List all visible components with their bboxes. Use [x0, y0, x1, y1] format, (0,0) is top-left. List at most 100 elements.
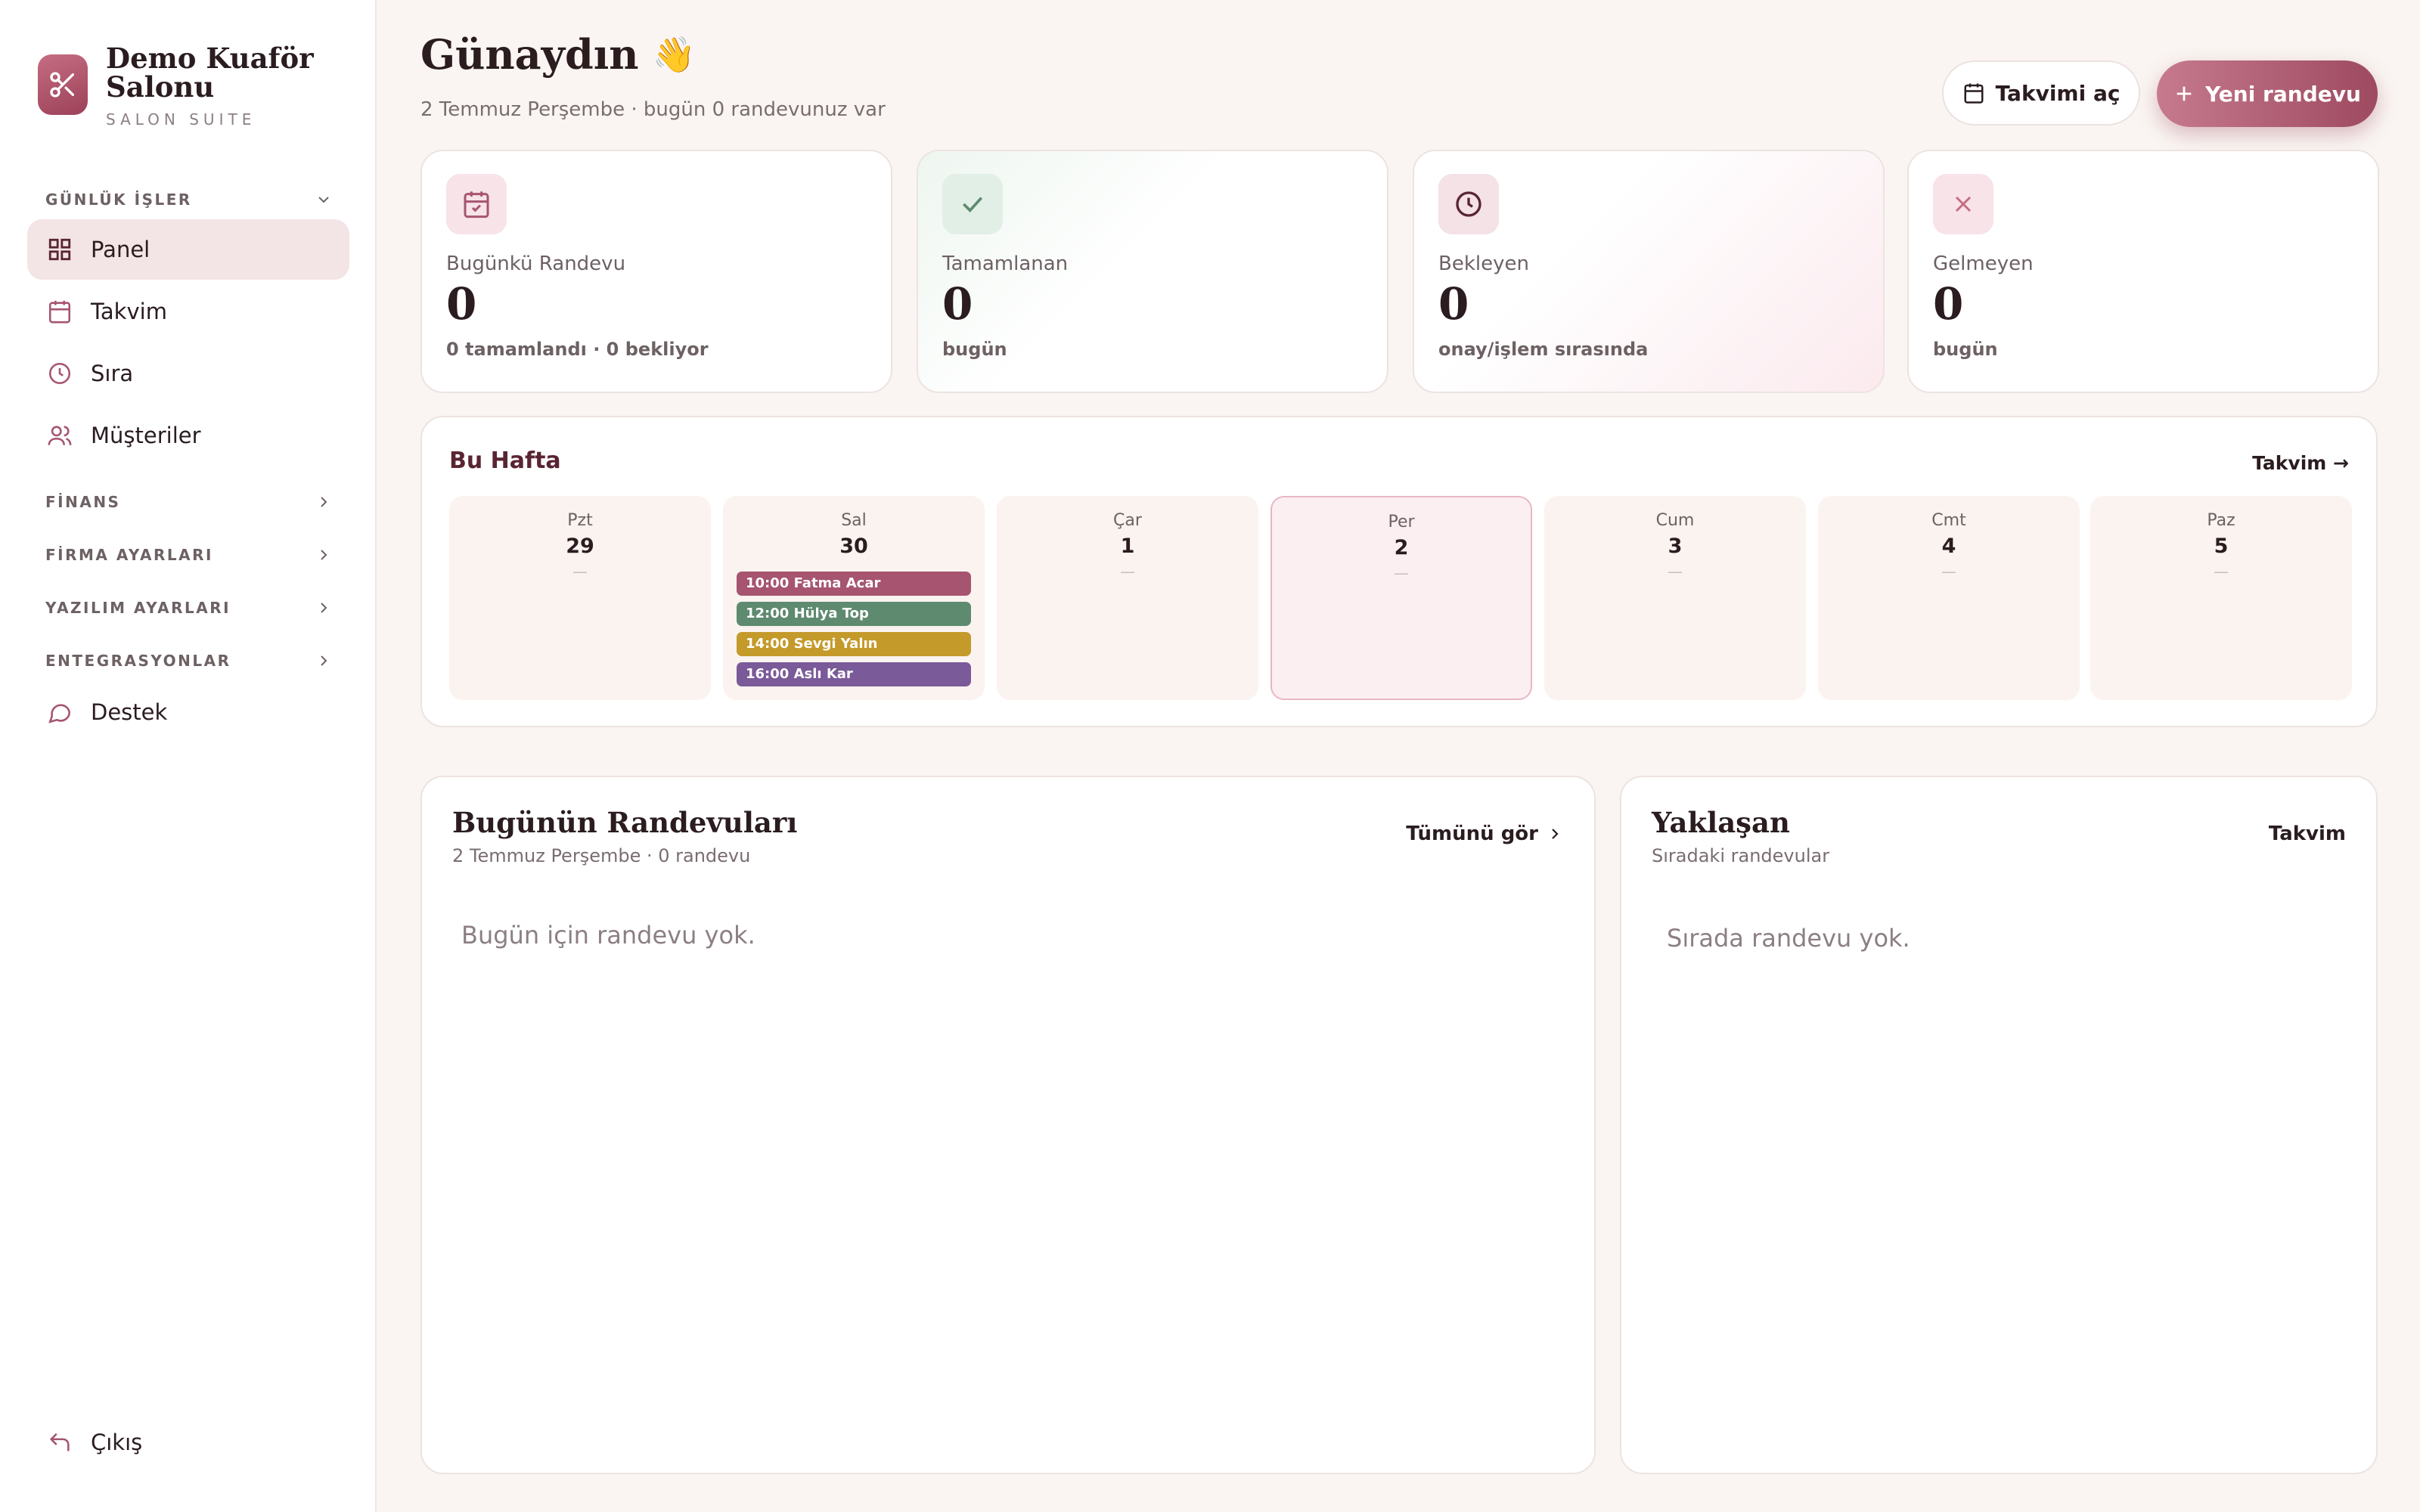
see-all-link[interactable]: Tümünü gör [1406, 823, 1564, 845]
day-empty: — [2214, 562, 2229, 581]
day-column-today[interactable]: Per 2 — [1270, 496, 1532, 700]
logout-label: Çıkış [91, 1430, 143, 1455]
clock-icon [45, 359, 74, 388]
sidebar-item-label: Takvim [91, 299, 167, 324]
brand: Demo Kuaför Salonu SALON SUITE [38, 44, 348, 129]
stat-note: 0 tamamlandı · 0 bekliyor [446, 339, 709, 360]
panel-title: Yaklaşan [1652, 806, 1790, 839]
day-number: 3 [1668, 534, 1683, 558]
appointment-chip[interactable]: 16:00 Aslı Kar [737, 662, 971, 686]
nav-group-label: YAZILIM AYARLARI [45, 599, 231, 617]
page-title: Günaydın 👋 [420, 30, 696, 79]
brand-name: Demo Kuaför Salonu [106, 42, 314, 104]
empty-state: Bugün için randevu yok. [461, 921, 755, 950]
scissors-icon [38, 54, 88, 115]
nav-group-company[interactable]: FİRMA AYARLARI [45, 540, 333, 570]
nav-group-software[interactable]: YAZILIM AYARLARI [45, 593, 333, 623]
sidebar-item-panel[interactable]: Panel [27, 219, 349, 280]
calendar-check-icon [446, 174, 507, 234]
stat-label: Bugünkü Randevu [446, 253, 626, 275]
day-name: Cum [1655, 511, 1695, 530]
week-title: Bu Hafta [449, 448, 561, 474]
day-number: 30 [839, 534, 868, 558]
open-calendar-button[interactable]: Takvimi aç [1942, 60, 2140, 125]
nav-group-daily[interactable]: GÜNLÜK İŞLER [45, 184, 333, 215]
week-overview: Bu Hafta Takvim → Pzt 29 — Sal 30 10:00 … [420, 416, 2378, 727]
day-name: Cmt [1931, 511, 1966, 530]
grid-icon [45, 235, 74, 264]
appointment-chip[interactable]: 14:00 Sevgi Yalın [737, 632, 971, 656]
day-column[interactable]: Cmt 4 — [1818, 496, 2080, 700]
day-number: 2 [1394, 536, 1409, 559]
close-icon [1933, 174, 1993, 234]
chevron-right-icon [321, 497, 327, 507]
day-number: 1 [1120, 534, 1135, 558]
check-icon [942, 174, 1003, 234]
appointment-chip[interactable]: 12:00 Hülya Top [737, 602, 971, 626]
day-name: Per [1388, 513, 1415, 531]
appointment-chip[interactable]: 10:00 Fatma Acar [737, 572, 971, 596]
stat-card-noshow: Gelmeyen 0 bugün [1907, 150, 2379, 393]
sidebar: Demo Kuaför Salonu SALON SUITE GÜNLÜK İŞ… [0, 0, 377, 1512]
nav-group-integrations[interactable]: ENTEGRASYONLAR [45, 646, 333, 676]
calendar-icon [1964, 83, 1984, 104]
stat-value: 0 [446, 278, 477, 330]
new-appointment-button[interactable]: Yeni randevu [2157, 60, 2378, 127]
chevron-right-icon [1552, 829, 1559, 839]
sidebar-item-label: Sıra [91, 361, 134, 386]
day-column[interactable]: Paz 5 — [2090, 496, 2352, 700]
stat-value: 0 [1438, 278, 1469, 330]
stat-card-completed: Tamamlanan 0 bugün [917, 150, 1388, 393]
day-number: 29 [566, 534, 594, 558]
day-number: 4 [1941, 534, 1956, 558]
day-name: Paz [2207, 511, 2235, 530]
day-column[interactable]: Pzt 29 — [449, 496, 711, 700]
day-empty: — [1668, 562, 1683, 581]
day-empty: — [572, 562, 588, 581]
nav-group-label: ENTEGRASYONLAR [45, 652, 231, 670]
empty-state: Sırada randevu yok. [1667, 924, 1910, 953]
panel-title: Bugünün Randevuları [452, 806, 798, 839]
logout-button[interactable]: Çıkış [27, 1412, 349, 1473]
day-number: 5 [2214, 534, 2229, 558]
sidebar-item-label: Panel [91, 237, 150, 262]
upcoming-calendar-link[interactable]: Takvim [2269, 823, 2346, 845]
chat-bubble-icon [45, 698, 74, 727]
day-empty: — [1394, 564, 1409, 582]
stat-card-today: Bugünkü Randevu 0 0 tamamlandı · 0 bekli… [420, 150, 892, 393]
clock-icon [1438, 174, 1499, 234]
undo-arrow-icon [45, 1428, 74, 1457]
stat-card-pending: Bekleyen 0 onay/işlem sırasında [1413, 150, 1885, 393]
sidebar-item-queue[interactable]: Sıra [27, 343, 349, 404]
stat-label: Tamamlanan [942, 253, 1069, 275]
sidebar-item-customers[interactable]: Müşteriler [27, 405, 349, 466]
sidebar-item-label: Müşteriler [91, 423, 201, 448]
open-calendar-label: Takvimi aç [1995, 80, 2121, 106]
greeting-text: Günaydın [420, 30, 639, 79]
stat-value: 0 [1933, 278, 1964, 330]
stat-value: 0 [942, 278, 973, 330]
day-column[interactable]: Çar 1 — [997, 496, 1258, 700]
plus-icon [2176, 86, 2192, 101]
day-name: Pzt [567, 511, 593, 530]
nav-group-finance[interactable]: FİNANS [45, 487, 333, 517]
sidebar-item-label: Destek [91, 699, 168, 725]
chevron-down-icon [318, 197, 329, 203]
day-empty: — [1941, 562, 1956, 581]
day-column[interactable]: Cum 3 — [1544, 496, 1806, 700]
page-subtitle: 2 Temmuz Perşembe · bugün 0 randevunuz v… [420, 98, 886, 121]
stat-note: onay/işlem sırasında [1438, 339, 1649, 360]
upcoming-panel: Yaklaşan Sıradaki randevular Takvim Sıra… [1620, 776, 2378, 1474]
chevron-right-icon [321, 550, 327, 560]
calendar-icon [45, 297, 74, 326]
stat-note: bugün [1933, 339, 1998, 360]
sidebar-item-support[interactable]: Destek [27, 682, 349, 742]
nav-group-label: GÜNLÜK İŞLER [45, 191, 192, 209]
nav-group-label: FİNANS [45, 493, 121, 511]
panel-subtitle: Sıradaki randevular [1652, 845, 1830, 866]
day-column[interactable]: Sal 30 10:00 Fatma Acar 12:00 Hülya Top … [723, 496, 985, 700]
panel-subtitle: 2 Temmuz Perşembe · 0 randevu [452, 845, 751, 866]
week-calendar-link[interactable]: Takvim → [2252, 452, 2349, 474]
stat-note: bugün [942, 339, 1007, 360]
sidebar-item-calendar[interactable]: Takvim [27, 281, 349, 342]
